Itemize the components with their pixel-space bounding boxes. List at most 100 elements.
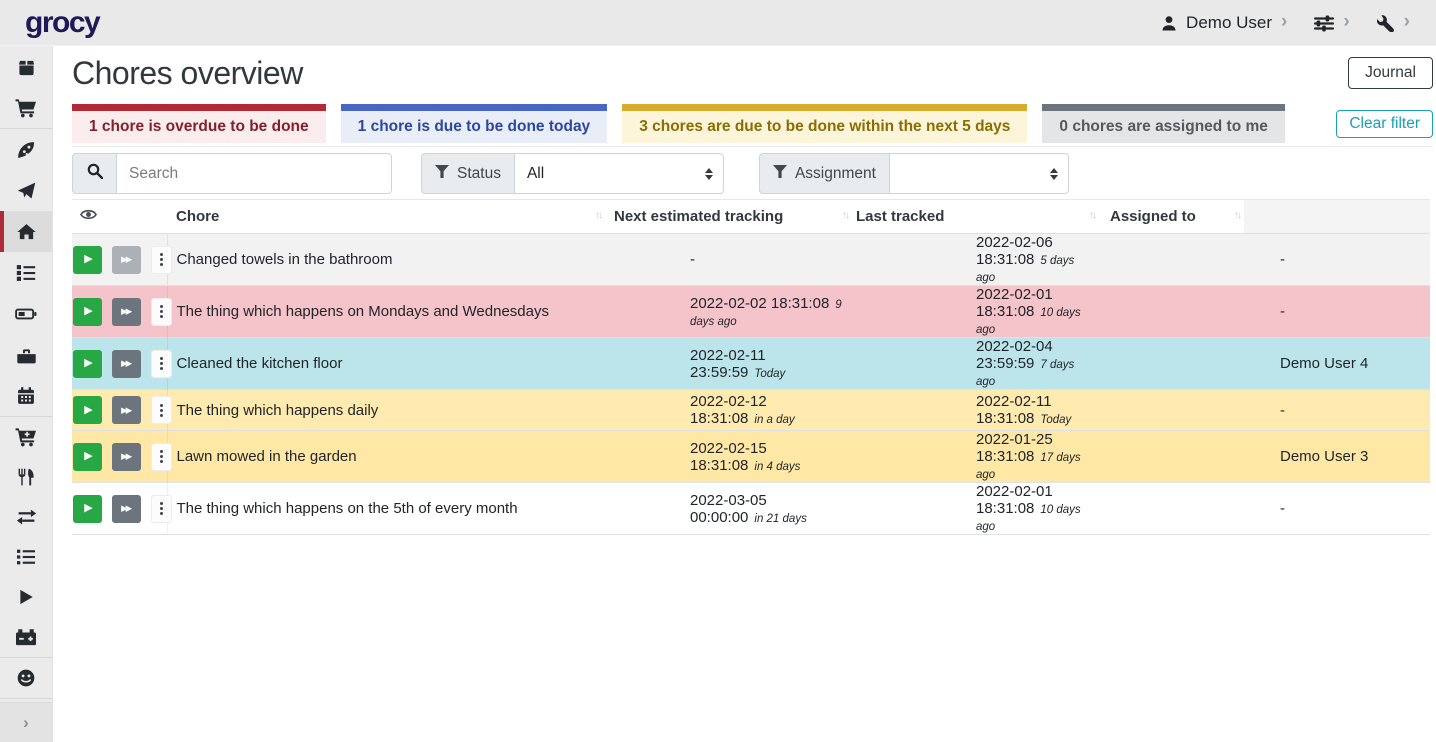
sidebar-expand-button[interactable]: › bbox=[0, 702, 52, 742]
due-soon-filter-card[interactable]: 3 chores are due to be done within the n… bbox=[622, 104, 1027, 143]
track-chore-execution-button[interactable]: ▶ bbox=[73, 350, 102, 378]
chore-context-menu-button[interactable] bbox=[151, 443, 172, 471]
sidebar-item-batteries[interactable] bbox=[0, 293, 52, 334]
track-chore-execution-button[interactable]: ▶ bbox=[73, 246, 102, 274]
filter-icon bbox=[773, 165, 787, 183]
due-today-filter-card[interactable]: 1 chore is due to be done today bbox=[341, 104, 608, 143]
skip-next-schedule-button[interactable]: ▶▶ bbox=[112, 495, 141, 523]
track-chore-execution-button[interactable]: ▶ bbox=[73, 443, 102, 471]
assigned-to-cell: - bbox=[1099, 390, 1430, 431]
skip-next-schedule-button[interactable]: ▶▶ bbox=[112, 350, 141, 378]
status-filter-cards: 1 chore is overdue to be done 1 chore is… bbox=[72, 104, 1433, 143]
skip-next-schedule-button[interactable]: ▶▶ bbox=[112, 246, 141, 274]
chore-context-menu-button[interactable] bbox=[151, 246, 172, 274]
sidebar-item-consume[interactable] bbox=[0, 457, 52, 497]
chore-context-menu-button[interactable] bbox=[151, 350, 172, 378]
user-menu[interactable]: Demo User › bbox=[1161, 13, 1287, 33]
track-chore-execution-button[interactable]: ▶ bbox=[73, 298, 102, 326]
grocy-logo[interactable]: grocy bbox=[25, 6, 99, 40]
ellipsis-icon bbox=[160, 303, 163, 320]
play-icon: ▶ bbox=[84, 405, 92, 416]
clear-filter-button[interactable]: Clear filter bbox=[1336, 110, 1433, 138]
skip-next-schedule-button[interactable]: ▶▶ bbox=[112, 443, 141, 471]
table-row: ▶ ▶▶ Cleaned the kitchen floor 2022-02-1… bbox=[72, 338, 1430, 390]
chore-name-cell[interactable]: The thing which happens daily bbox=[167, 390, 605, 431]
column-header-next-tracking[interactable]: Next estimated tracking↑↓ bbox=[605, 200, 852, 234]
sidebar-item-purchase[interactable] bbox=[0, 417, 52, 457]
calendar-icon bbox=[16, 386, 36, 406]
ellipsis-icon bbox=[160, 500, 163, 517]
fast-forward-icon: ▶▶ bbox=[121, 359, 130, 368]
top-navbar: grocy Demo User › › › bbox=[0, 0, 1436, 46]
box-icon bbox=[16, 58, 37, 78]
chore-context-menu-button[interactable] bbox=[151, 298, 172, 326]
chore-context-menu-button[interactable] bbox=[151, 495, 172, 523]
track-chore-execution-button[interactable]: ▶ bbox=[73, 396, 102, 424]
sidebar-item-tasks[interactable] bbox=[0, 252, 52, 293]
sidebar-item-chores-overview[interactable] bbox=[0, 211, 52, 252]
chore-context-menu-button[interactable] bbox=[151, 396, 172, 424]
ellipsis-icon bbox=[160, 251, 163, 268]
table-row: ▶ ▶▶ Changed towels in the bathroom - 20… bbox=[72, 234, 1430, 286]
settings-menu[interactable]: › bbox=[1314, 13, 1349, 32]
chore-name-cell[interactable]: The thing which happens on the 5th of ev… bbox=[167, 483, 605, 535]
status-filter-group: Status All bbox=[421, 153, 724, 194]
divider bbox=[72, 146, 1433, 147]
chore-name-cell[interactable]: Cleaned the kitchen floor bbox=[167, 338, 605, 390]
page-title: Chores overview bbox=[72, 57, 303, 90]
sidebar-item-meal-plan[interactable] bbox=[0, 170, 52, 211]
skip-next-schedule-button[interactable]: ▶▶ bbox=[112, 396, 141, 424]
skip-next-schedule-button[interactable]: ▶▶ bbox=[112, 298, 141, 326]
sidebar-item-equipment[interactable] bbox=[0, 334, 52, 375]
search-icon bbox=[87, 163, 103, 184]
sidebar-item-chore-tracking[interactable] bbox=[0, 577, 52, 617]
chore-name-cell[interactable]: Lawn mowed in the garden bbox=[167, 431, 605, 483]
journal-button[interactable]: Journal bbox=[1348, 57, 1433, 89]
fast-forward-icon: ▶▶ bbox=[121, 255, 130, 264]
sidebar-item-transfer[interactable] bbox=[0, 497, 52, 537]
sidebar-item-shopping-list[interactable] bbox=[0, 88, 52, 128]
paper-plane-icon bbox=[16, 181, 37, 201]
column-header-assigned-to[interactable]: Assigned to↑↓ bbox=[1099, 200, 1244, 234]
sort-icon: ↑↓ bbox=[595, 210, 601, 221]
play-icon: ▶ bbox=[84, 254, 92, 265]
assignment-select[interactable] bbox=[889, 153, 1069, 194]
chevron-right-icon: › bbox=[1343, 12, 1349, 31]
chore-name-cell[interactable]: Changed towels in the bathroom bbox=[167, 234, 605, 286]
sidebar-item-stock[interactable] bbox=[0, 48, 52, 88]
sidebar-item-feedback[interactable] bbox=[0, 658, 52, 698]
assigned-to-me-filter-card[interactable]: 0 chores are assigned to me bbox=[1042, 104, 1284, 143]
cart-plus-icon bbox=[15, 427, 37, 447]
sort-icon: ↑↓ bbox=[1089, 210, 1095, 221]
sidebar-item-battery-tracking[interactable] bbox=[0, 617, 52, 657]
next-tracking-cell: 2022-02-02 18:31:089 days ago bbox=[605, 286, 852, 338]
sidebar-item-recipes[interactable] bbox=[0, 129, 52, 170]
search-input[interactable] bbox=[116, 153, 392, 194]
chore-name-cell[interactable]: The thing which happens on Mondays and W… bbox=[167, 286, 605, 338]
battery-icon bbox=[15, 304, 37, 324]
ellipsis-icon bbox=[160, 448, 163, 465]
column-header-chore[interactable]: Chore↑↓ bbox=[167, 200, 605, 234]
user-icon bbox=[1161, 15, 1177, 31]
sidebar-divider bbox=[0, 698, 52, 699]
track-chore-execution-button[interactable]: ▶ bbox=[73, 495, 102, 523]
sidebar-item-calendar[interactable] bbox=[0, 375, 52, 416]
last-tracked-cell: 2022-02-11 18:31:08Today bbox=[852, 390, 1099, 431]
overdue-filter-card[interactable]: 1 chore is overdue to be done bbox=[72, 104, 326, 143]
play-icon: ▶ bbox=[84, 503, 92, 514]
row-controls-cell: ▶ ▶▶ bbox=[72, 286, 167, 338]
status-select[interactable]: All bbox=[514, 153, 724, 194]
admin-menu[interactable]: › bbox=[1377, 13, 1410, 32]
last-tracked-cell: 2022-02-01 18:31:0810 days ago bbox=[852, 483, 1099, 535]
assigned-to-cell: Demo User 4 bbox=[1099, 338, 1430, 390]
row-controls-cell: ▶ ▶▶ bbox=[72, 338, 167, 390]
utensils-icon bbox=[17, 467, 36, 487]
sidebar-item-inventory[interactable] bbox=[0, 537, 52, 577]
last-tracked-cell: 2022-01-25 18:31:0817 days ago bbox=[852, 431, 1099, 483]
play-icon: ▶ bbox=[84, 306, 92, 317]
expand-chevron-icon: › bbox=[23, 713, 29, 733]
column-visibility-header[interactable] bbox=[72, 200, 167, 234]
empty-header-cell bbox=[1244, 200, 1430, 234]
eye-icon bbox=[80, 207, 97, 222]
column-header-last-tracked[interactable]: Last tracked↑↓ bbox=[852, 200, 1099, 234]
